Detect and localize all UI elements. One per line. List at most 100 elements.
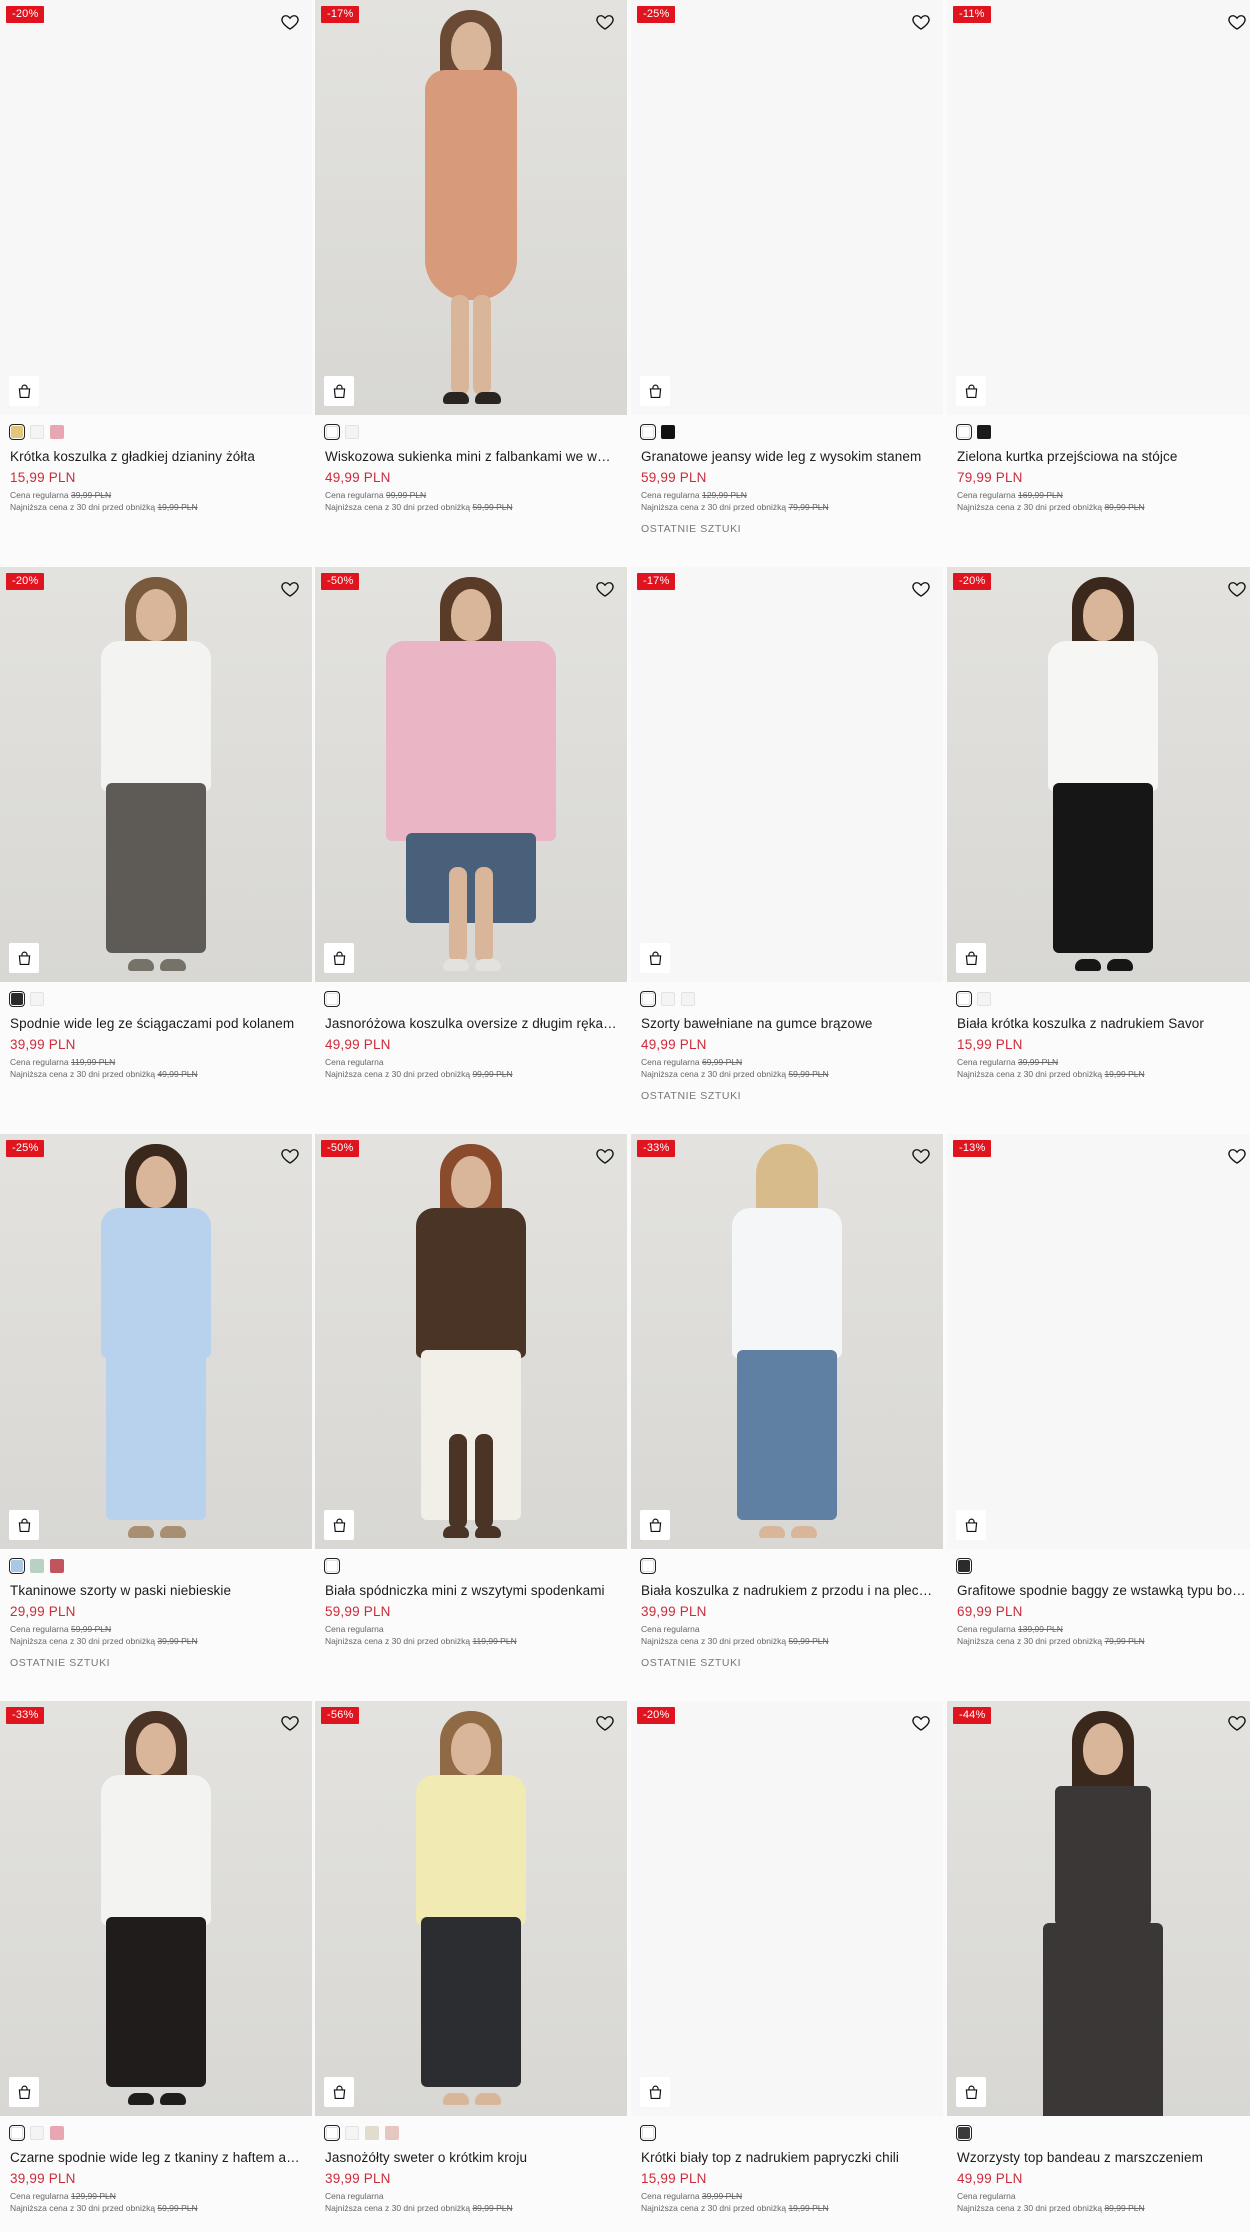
color-swatch[interactable] (640, 2125, 656, 2141)
product-card[interactable]: -20% Krótka koszulka z gładkiej dzianiny… (0, 0, 312, 513)
product-image[interactable]: -33% (631, 1134, 943, 1549)
color-swatch[interactable] (977, 425, 991, 439)
product-card[interactable]: -50% Jasnoróżowa koszulka oversize z dłu… (315, 567, 627, 1080)
product-name[interactable]: Biała krótka koszulka z nadrukiem Savor (957, 1016, 1249, 1031)
color-swatch[interactable] (977, 992, 991, 1006)
product-card[interactable]: -33% Czarne spodnie wide leg z tkaniny z… (0, 1701, 312, 2214)
product-image[interactable]: -56% (315, 1701, 627, 2116)
heart-icon[interactable] (595, 579, 615, 599)
product-card[interactable]: -11% Zielona kurtka przejściowa na stójc… (947, 0, 1250, 513)
shopping-bag-icon[interactable] (956, 1510, 986, 1540)
color-swatch[interactable] (956, 2125, 972, 2141)
heart-icon[interactable] (911, 12, 931, 32)
heart-icon[interactable] (1227, 12, 1247, 32)
product-image[interactable]: -17% (631, 567, 943, 982)
shopping-bag-icon[interactable] (324, 943, 354, 973)
product-card[interactable]: -33% Biała koszulka z nadrukiem z przodu… (631, 1134, 943, 1669)
shopping-bag-icon[interactable] (324, 1510, 354, 1540)
heart-icon[interactable] (595, 1146, 615, 1166)
color-swatch[interactable] (324, 2125, 340, 2141)
shopping-bag-icon[interactable] (956, 2077, 986, 2107)
product-image[interactable]: -44% (947, 1701, 1250, 2116)
shopping-bag-icon[interactable] (640, 943, 670, 973)
product-name[interactable]: Wiskozowa sukienka mini z falbankami we … (325, 449, 617, 464)
shopping-bag-icon[interactable] (9, 1510, 39, 1540)
shopping-bag-icon[interactable] (956, 376, 986, 406)
product-image[interactable]: -20% (631, 1701, 943, 2116)
heart-icon[interactable] (280, 1146, 300, 1166)
color-swatch[interactable] (365, 2126, 379, 2140)
heart-icon[interactable] (595, 12, 615, 32)
shopping-bag-icon[interactable] (9, 376, 39, 406)
product-image[interactable]: -17% (315, 0, 627, 415)
shopping-bag-icon[interactable] (640, 1510, 670, 1540)
color-swatch[interactable] (640, 424, 656, 440)
product-card[interactable]: -17% Wiskozowa sukienka mini z falbankam… (315, 0, 627, 513)
color-swatch[interactable] (30, 992, 44, 1006)
heart-icon[interactable] (1227, 1713, 1247, 1733)
heart-icon[interactable] (1227, 579, 1247, 599)
product-card[interactable]: -17% Szorty bawełniane na gumce brązowe … (631, 567, 943, 1102)
product-image[interactable]: -20% (947, 567, 1250, 982)
heart-icon[interactable] (911, 1713, 931, 1733)
heart-icon[interactable] (911, 1146, 931, 1166)
shopping-bag-icon[interactable] (640, 2077, 670, 2107)
product-card[interactable]: -20% Krótki biały top z nadrukiem papryc… (631, 1701, 943, 2214)
product-card[interactable]: -20% Biała krótka koszulka z nadrukiem S… (947, 567, 1250, 1080)
product-card[interactable]: -50% Biała spódniczka mini z wszytymi sp… (315, 1134, 627, 1647)
heart-icon[interactable] (280, 12, 300, 32)
color-swatch[interactable] (30, 425, 44, 439)
product-image[interactable]: -20% (0, 0, 312, 415)
color-swatch[interactable] (30, 1559, 44, 1573)
shopping-bag-icon[interactable] (9, 943, 39, 973)
shopping-bag-icon[interactable] (956, 943, 986, 973)
heart-icon[interactable] (280, 1713, 300, 1733)
color-swatch[interactable] (385, 2126, 399, 2140)
product-name[interactable]: Krótki biały top z nadrukiem papryczki c… (641, 2150, 933, 2165)
product-name[interactable]: Szorty bawełniane na gumce brązowe (641, 1016, 933, 1031)
product-name[interactable]: Biała spódniczka mini z wszytymi spodenk… (325, 1583, 617, 1598)
product-image[interactable]: -50% (315, 567, 627, 982)
color-swatch[interactable] (640, 991, 656, 1007)
product-card[interactable]: -20% Spodnie wide leg ze ściągaczami pod… (0, 567, 312, 1080)
heart-icon[interactable] (1227, 1146, 1247, 1166)
product-card[interactable]: -25% Granatowe jeansy wide leg z wysokim… (631, 0, 943, 535)
shopping-bag-icon[interactable] (640, 376, 670, 406)
product-name[interactable]: Jasnoróżowa koszulka oversize z długim r… (325, 1016, 617, 1031)
color-swatch[interactable] (9, 424, 25, 440)
color-swatch[interactable] (661, 425, 675, 439)
product-name[interactable]: Granatowe jeansy wide leg z wysokim stan… (641, 449, 933, 464)
product-image[interactable]: -20% (0, 567, 312, 982)
product-card[interactable]: -13% Grafitowe spodnie baggy ze wstawką … (947, 1134, 1250, 1647)
color-swatch[interactable] (50, 425, 64, 439)
product-name[interactable]: Zielona kurtka przejściowa na stójce (957, 449, 1249, 464)
color-swatch[interactable] (50, 2126, 64, 2140)
color-swatch[interactable] (324, 991, 340, 1007)
color-swatch[interactable] (30, 2126, 44, 2140)
color-swatch[interactable] (324, 424, 340, 440)
product-name[interactable]: Czarne spodnie wide leg z tkaniny z haft… (10, 2150, 302, 2165)
product-name[interactable]: Tkaninowe szorty w paski niebieskie (10, 1583, 302, 1598)
product-image[interactable]: -11% (947, 0, 1250, 415)
product-image[interactable]: -13% (947, 1134, 1250, 1549)
shopping-bag-icon[interactable] (324, 2077, 354, 2107)
color-swatch[interactable] (324, 1558, 340, 1574)
color-swatch[interactable] (345, 425, 359, 439)
heart-icon[interactable] (595, 1713, 615, 1733)
product-name[interactable]: Krótka koszulka z gładkiej dzianiny żółt… (10, 449, 302, 464)
product-name[interactable]: Wzorzysty top bandeau z marszczeniem (957, 2150, 1249, 2165)
color-swatch[interactable] (956, 991, 972, 1007)
color-swatch[interactable] (9, 991, 25, 1007)
color-swatch[interactable] (681, 992, 695, 1006)
product-card[interactable]: -56% Jasnożółty sweter o krótkim kroju 3… (315, 1701, 627, 2214)
color-swatch[interactable] (956, 1558, 972, 1574)
product-card[interactable]: -25% Tkaninowe szorty w paski niebieskie… (0, 1134, 312, 1669)
product-name[interactable]: Spodnie wide leg ze ściągaczami pod kola… (10, 1016, 302, 1031)
color-swatch[interactable] (50, 1559, 64, 1573)
color-swatch[interactable] (661, 992, 675, 1006)
color-swatch[interactable] (956, 424, 972, 440)
product-image[interactable]: -25% (0, 1134, 312, 1549)
color-swatch[interactable] (9, 1558, 25, 1574)
heart-icon[interactable] (280, 579, 300, 599)
color-swatch[interactable] (345, 2126, 359, 2140)
